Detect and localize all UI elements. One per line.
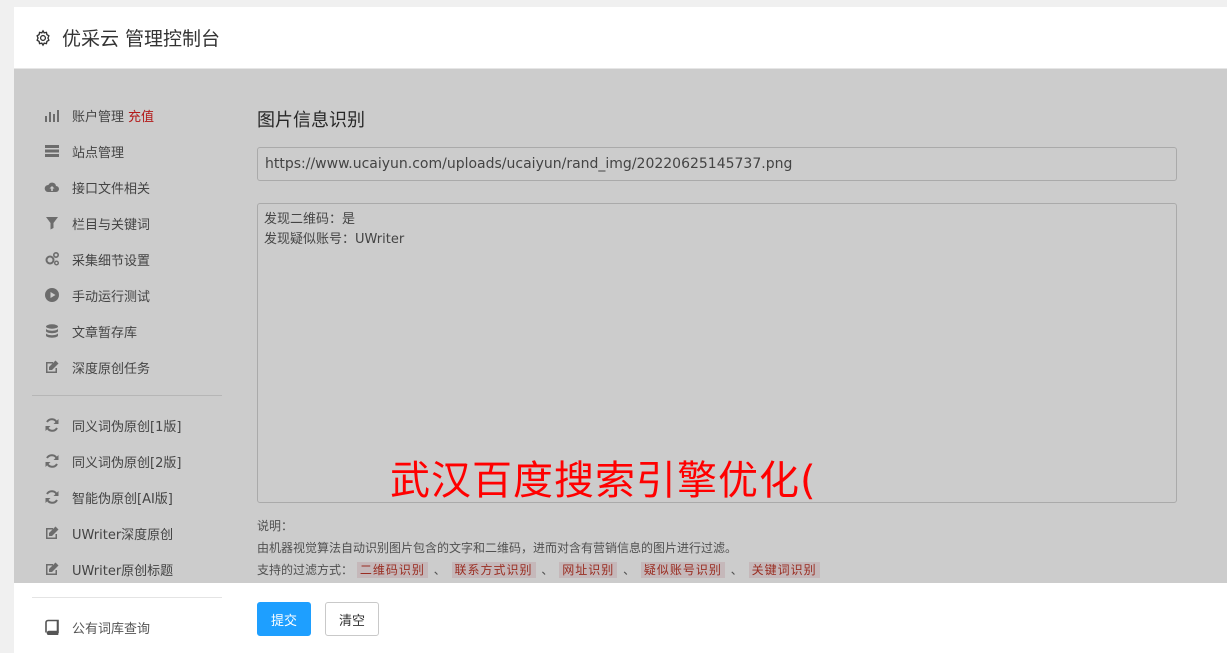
sidebar-item-synonym-v1[interactable]: 同义词伪原创[1版] xyxy=(32,407,222,443)
sidebar-item-label: 接口文件相关 xyxy=(72,181,151,197)
sidebar-item-columns-keywords[interactable]: 栏目与关键词 xyxy=(32,205,222,241)
bar-chart-icon xyxy=(44,107,60,123)
sidebar-item-uwriter-title[interactable]: UWriter原创标题 xyxy=(32,551,222,587)
sidebar-item-label: UWriter原创标题 xyxy=(72,563,174,579)
edit-icon xyxy=(44,359,60,375)
cloud-upload-icon xyxy=(44,179,60,195)
sidebar-item-deep-original[interactable]: 深度原创任务 xyxy=(32,349,222,385)
database-icon xyxy=(44,323,60,339)
refresh-icon xyxy=(44,417,60,433)
notes-label: 说明： xyxy=(257,519,294,533)
sidebar-item-label: 手动运行测试 xyxy=(72,289,151,305)
sidebar-divider xyxy=(32,597,222,598)
sidebar-item-synonym-v2[interactable]: 同义词伪原创[2版] xyxy=(32,443,222,479)
refresh-icon xyxy=(44,489,60,505)
sidebar-item-sites[interactable]: 站点管理 xyxy=(32,133,222,169)
instructions: 说明： 由机器视觉算法自动识别图片包含的文字和二维码，进而对含有营销信息的图片进… xyxy=(257,515,1177,581)
cogs-icon xyxy=(44,251,60,267)
filters-label: 支持的过滤方式： xyxy=(257,563,354,577)
filter-tag: 疑似账号识别 xyxy=(640,562,725,578)
sidebar-item-article-storage[interactable]: 文章暂存库 xyxy=(32,313,222,349)
action-buttons: 提交 清空 xyxy=(257,602,379,636)
recharge-link[interactable]: 充值 xyxy=(128,106,154,125)
page-title: 图片信息识别 xyxy=(257,110,365,131)
sidebar-item-label: 采集细节设置 xyxy=(72,253,151,269)
notes-description: 由机器视觉算法自动识别图片包含的文字和二维码，进而对含有营销信息的图片进行过滤。 xyxy=(257,541,738,555)
top-header: 优采云 管理控制台 xyxy=(14,7,1227,69)
sidebar-item-public-dictionary[interactable]: 公有词库查询 xyxy=(32,609,222,645)
filter-tag: 网址识别 xyxy=(559,562,618,578)
sidebar-item-manual-run[interactable]: 手动运行测试 xyxy=(32,277,222,313)
console-title: 优采云 管理控制台 xyxy=(62,28,221,50)
sidebar-item-label: 同义词伪原创[2版] xyxy=(72,455,182,471)
filter-tag: 关键词识别 xyxy=(748,562,820,578)
sidebar-item-label: 站点管理 xyxy=(72,145,125,161)
sidebar-item-api-files[interactable]: 接口文件相关 xyxy=(32,169,222,205)
server-icon xyxy=(44,143,60,159)
filter-icon xyxy=(44,215,60,231)
sidebar-item-label: 账户管理 xyxy=(72,109,125,125)
sidebar-divider xyxy=(32,395,222,396)
watermark-text: 武汉百度搜索引擎优化( xyxy=(390,458,817,504)
content-panel: 账户管理 充值 站点管理 接口文件相关 栏目与关键词 采集细节设置 手动运行测试… xyxy=(14,69,1227,653)
separator: 、 xyxy=(623,563,636,577)
filter-tag: 二维码识别 xyxy=(356,562,428,578)
sidebar-item-label: 同义词伪原创[1版] xyxy=(72,419,182,435)
sidebar-item-uwriter-deep[interactable]: UWriter深度原创 xyxy=(32,515,222,551)
submit-button[interactable]: 提交 xyxy=(257,602,311,636)
refresh-icon xyxy=(44,453,60,469)
sidebar-item-label: 深度原创任务 xyxy=(72,361,151,377)
sidebar-item-label: 文章暂存库 xyxy=(72,325,138,341)
result-line: 发现二维码：是 xyxy=(264,212,356,227)
sidebar-item-collect-settings[interactable]: 采集细节设置 xyxy=(32,241,222,277)
separator: 、 xyxy=(541,563,554,577)
image-url-input[interactable] xyxy=(257,147,1177,181)
separator: 、 xyxy=(730,563,743,577)
sidebar-item-account[interactable]: 账户管理 充值 xyxy=(32,97,222,133)
sidebar-item-label: 智能伪原创[AI版] xyxy=(72,491,173,507)
sidebar-item-label: UWriter深度原创 xyxy=(72,527,174,543)
sidebar-item-label: 栏目与关键词 xyxy=(72,217,151,233)
gear-icon xyxy=(36,29,50,46)
edit-icon xyxy=(44,561,60,577)
edit-icon xyxy=(44,525,60,541)
sidebar: 账户管理 充值 站点管理 接口文件相关 栏目与关键词 采集细节设置 手动运行测试… xyxy=(32,97,222,645)
book-icon xyxy=(44,619,60,635)
result-line: 发现疑似账号：UWriter xyxy=(264,232,405,247)
filter-methods: 支持的过滤方式： 二维码识别 、 联系方式识别 、 网址识别 、 疑似账号识别 … xyxy=(257,559,1177,581)
clear-button[interactable]: 清空 xyxy=(325,602,379,636)
play-circle-icon xyxy=(44,287,60,303)
image-recognition-section: 图片信息识别 发现二维码：是 发现疑似账号：UWriter 说明： 由机器视觉算… xyxy=(257,109,1177,581)
sidebar-item-label: 公有词库查询 xyxy=(72,621,151,637)
separator: 、 xyxy=(433,563,446,577)
filter-tag: 联系方式识别 xyxy=(451,562,536,578)
sidebar-item-smart-ai[interactable]: 智能伪原创[AI版] xyxy=(32,479,222,515)
